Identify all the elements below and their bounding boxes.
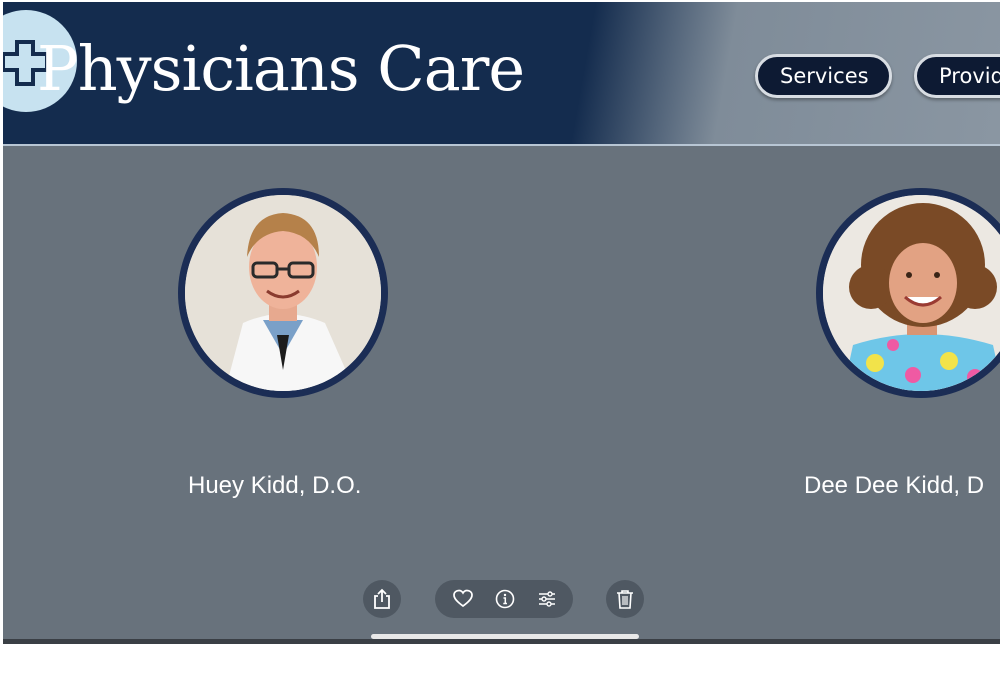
share-icon — [374, 588, 390, 609]
provider-photo — [823, 195, 1000, 391]
brand-title[interactable]: Physicians Care — [37, 32, 525, 105]
provider-name-dee-dee-kidd[interactable]: Dee Dee Kidd, D — [804, 472, 984, 500]
heart-icon[interactable] — [453, 589, 473, 609]
provider-name-huey-kidd[interactable]: Huey Kidd, D.O. — [188, 472, 361, 500]
provider-photo — [185, 195, 381, 391]
website-screen: Physicians Care Services Provid Huey Kid… — [3, 2, 1000, 644]
share-button[interactable] — [363, 580, 401, 618]
nav-services-button[interactable]: Services — [755, 54, 892, 98]
info-icon[interactable] — [495, 589, 515, 609]
provider-avatar-huey-kidd[interactable] — [178, 188, 388, 398]
provider-avatar-dee-dee-kidd[interactable] — [816, 188, 1000, 398]
bottom-edge — [3, 639, 1000, 644]
adjust-icon[interactable] — [537, 589, 557, 609]
doctor-portrait-image — [185, 195, 381, 391]
nav-providers-button[interactable]: Provid — [914, 54, 1000, 98]
doctor-portrait-image — [823, 195, 1000, 391]
site-header: Physicians Care Services Provid — [3, 2, 1000, 146]
delete-button[interactable] — [606, 580, 644, 618]
photo-actions-group — [435, 580, 573, 618]
trash-icon — [617, 590, 633, 609]
